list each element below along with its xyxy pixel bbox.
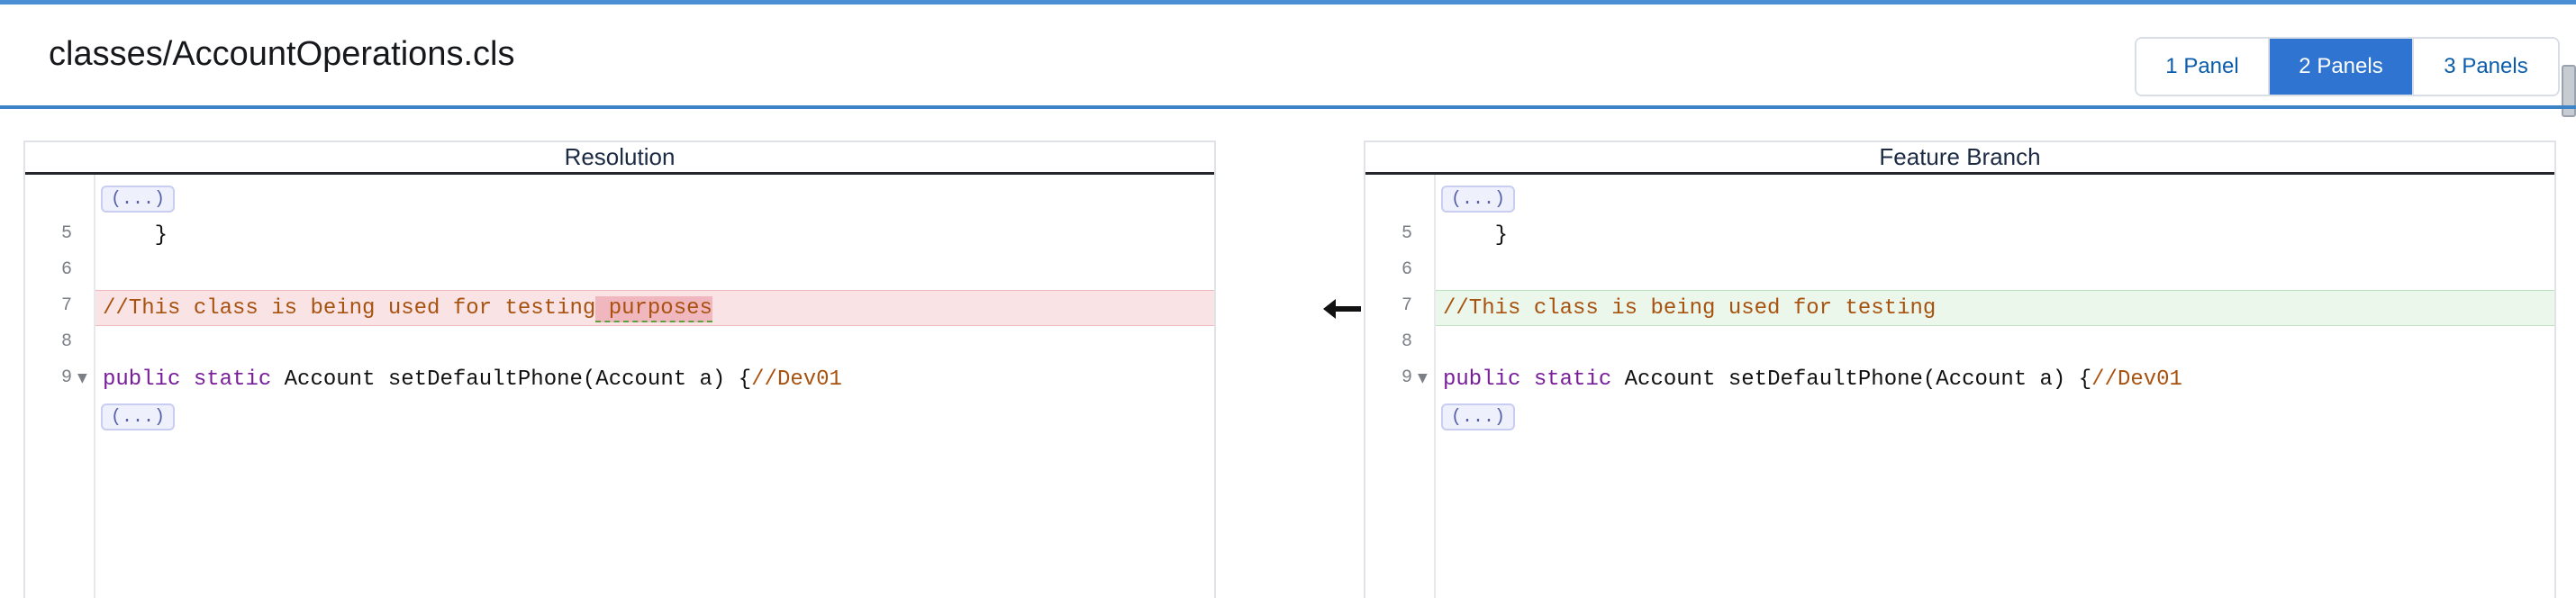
collapsed-code-button[interactable]: (...) — [1441, 186, 1515, 213]
keyword-text: static — [193, 367, 272, 392]
resolution-pane: Resolution (...) 5 } 6 //This class is b… — [23, 140, 1216, 598]
line-number: 6 — [60, 259, 72, 280]
line-number: 7 — [1401, 295, 1412, 316]
code-text: public static Account setDefaultPhone(Ac… — [1443, 367, 2182, 392]
arrow-left-icon — [1323, 299, 1361, 319]
line-number: 7 — [60, 295, 72, 316]
pane-title-resolution: Resolution — [25, 140, 1214, 175]
collapsed-code-button[interactable]: (...) — [101, 186, 175, 213]
code-line: 6 — [25, 254, 1214, 290]
code-text: } — [1443, 223, 1509, 248]
code-line: 8 — [25, 326, 1214, 362]
comment-text: //Dev01 — [751, 367, 842, 392]
one-panel-button[interactable]: 1 Panel — [2136, 39, 2270, 95]
collapsed-code-button[interactable]: (...) — [101, 403, 175, 430]
code-text: //This class is being used for testing p… — [103, 296, 712, 322]
code-text: public static Account setDefaultPhone(Ac… — [103, 367, 842, 392]
fold-toggle-icon[interactable]: ▼ — [1418, 371, 1428, 385]
header: classes/AccountOperations.cls 1 Panel 2 … — [0, 5, 2576, 107]
keyword-text: public — [103, 367, 181, 392]
accept-change-button[interactable] — [1320, 295, 1364, 322]
feature-branch-pane: Feature Branch (...) 5 } 6 //This class … — [1364, 140, 2556, 598]
comment-text: //Dev01 — [2091, 367, 2182, 392]
code-line-removed: //This class is being used for testing p… — [95, 290, 1214, 326]
header-divider — [0, 105, 2576, 109]
code-editor[interactable]: (...) 5 } 6 //This class is being used f… — [1365, 175, 2554, 598]
keyword-text: public — [1443, 367, 1521, 392]
code-line-added: //This class is being used for testing — [1436, 290, 2554, 326]
code-line: 8 — [1365, 326, 2554, 362]
panel-layout-toggle: 1 Panel 2 Panels 3 Panels — [2135, 37, 2560, 96]
line-number: 6 — [1401, 259, 1412, 280]
pane-title-feature-branch: Feature Branch — [1365, 140, 2554, 175]
changed-text-highlight: purposes — [595, 296, 712, 322]
code-line: 9 ▼ public static Account setDefaultPhon… — [25, 362, 1214, 398]
plain-text: Account setDefaultPhone(Account a) { — [1611, 367, 2092, 392]
plain-text: Account setDefaultPhone(Account a) { — [271, 367, 752, 392]
two-panels-button[interactable]: 2 Panels — [2270, 39, 2414, 95]
page-title: classes/AccountOperations.cls — [49, 35, 515, 73]
code-line: 9 ▼ public static Account setDefaultPhon… — [1365, 362, 2554, 398]
code-line: 6 — [1365, 254, 2554, 290]
code-editor[interactable]: (...) 5 } 6 //This class is being used f… — [25, 175, 1214, 598]
code-line: 5 } — [25, 218, 1214, 254]
comment-text: //This class is being used for testing — [103, 296, 596, 321]
fold-toggle-icon[interactable]: ▼ — [77, 371, 87, 385]
collapsed-code-button[interactable]: (...) — [1441, 403, 1515, 430]
scrollbar-handle[interactable] — [2562, 65, 2576, 117]
line-number-cell: 7 — [1365, 290, 1436, 326]
keyword-text: static — [1533, 367, 1612, 392]
line-number: 9 — [60, 367, 72, 388]
line-number-cell: 7 — [25, 290, 95, 326]
code-text: } — [103, 223, 168, 248]
comment-text: //This class is being used for testing — [1443, 296, 1937, 321]
line-number: 5 — [1401, 223, 1412, 244]
line-number: 5 — [60, 223, 72, 244]
line-number: 9 — [1401, 367, 1412, 388]
line-number: 8 — [1401, 331, 1412, 352]
line-number: 8 — [60, 331, 72, 352]
three-panels-button[interactable]: 3 Panels — [2414, 39, 2558, 95]
code-line: 5 } — [1365, 218, 2554, 254]
